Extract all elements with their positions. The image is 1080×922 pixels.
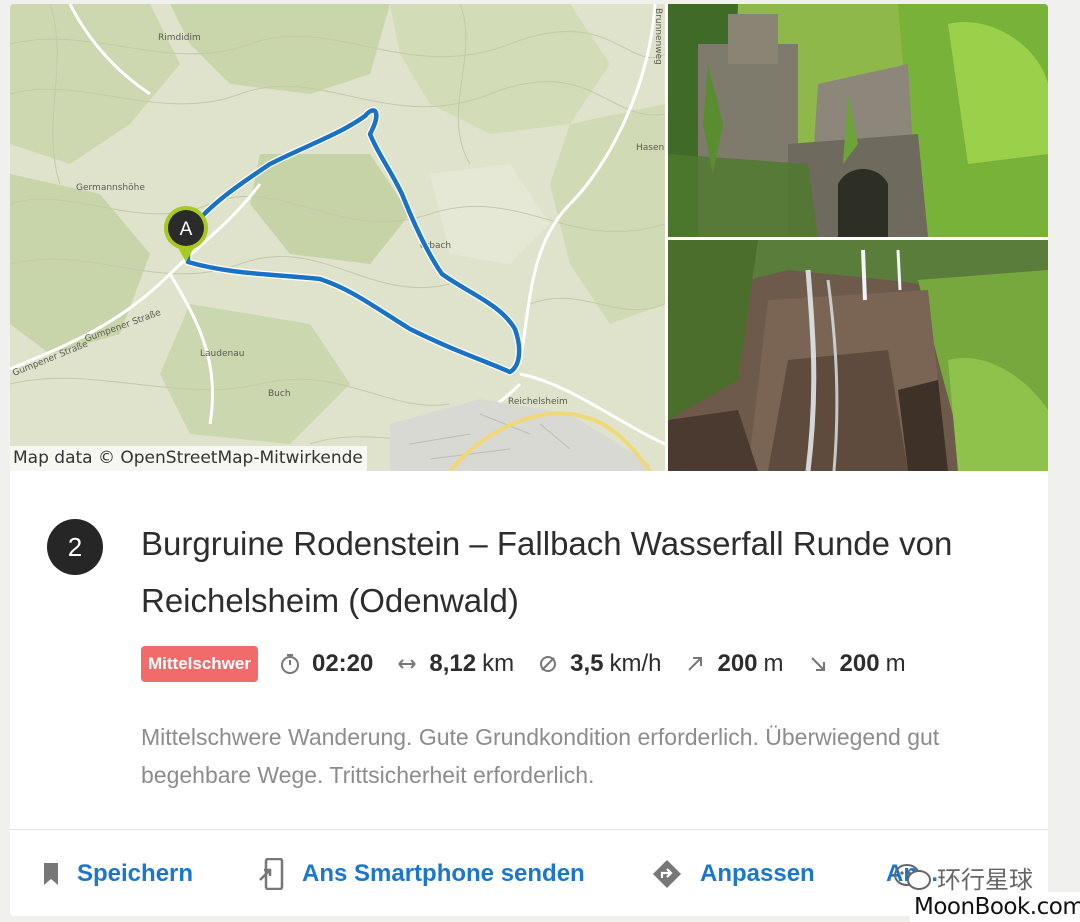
send-to-smartphone-button[interactable]: Ans Smartphone senden xyxy=(258,830,585,916)
site-watermark: MoonBook.com xyxy=(910,892,1080,922)
distance-stat: 8,12 km xyxy=(397,650,514,678)
chat-bubbles-icon xyxy=(893,862,933,892)
marker-label: A xyxy=(180,219,193,240)
place-label: Hasenb xyxy=(636,143,665,153)
bookmark-icon xyxy=(43,862,59,886)
descent-value: 200 xyxy=(839,650,880,677)
descent-unit: m xyxy=(885,650,906,677)
difficulty-badge: Mittelschwer xyxy=(141,646,258,682)
speed-unit: km/h xyxy=(609,650,662,677)
ascent-unit: m xyxy=(763,650,784,677)
speed-stat: 3,5 km/h xyxy=(538,650,661,678)
adjust-button[interactable]: Anpassen xyxy=(652,830,815,916)
directions-diamond-icon xyxy=(652,859,682,889)
place-label: Brunnenweg xyxy=(653,8,663,65)
tour-card[interactable]: Rimdidim Germannshöhe Laudenau Buch Reic… xyxy=(10,4,1048,916)
stopwatch-icon xyxy=(280,653,300,675)
watermark-text: 环行星球 xyxy=(937,866,1033,894)
speed-value: 3,5 xyxy=(570,650,604,677)
distance-unit: km xyxy=(482,650,515,677)
arrow-up-right-icon xyxy=(685,656,705,672)
route-title[interactable]: Burgruine Rodenstein – Fallbach Wasserfa… xyxy=(141,515,1031,629)
arrow-down-right-icon xyxy=(808,656,828,672)
route-number-badge: 2 xyxy=(47,519,103,575)
map-attribution[interactable]: Map data © OpenStreetMap-Mitwirkende xyxy=(10,446,367,471)
duration-value: 02:20 xyxy=(311,650,374,677)
waterfall-photo[interactable] xyxy=(668,240,1048,471)
horizontal-arrows-icon xyxy=(397,658,417,670)
adjust-label: Anpassen xyxy=(700,859,815,887)
duration-stat: 02:20 xyxy=(280,650,373,678)
map-canvas: Rimdidim Germannshöhe Laudenau Buch Reic… xyxy=(10,4,665,471)
castle-ruin-photo[interactable] xyxy=(668,4,1048,237)
tour-info: 2 Burgruine Rodenstein – Fallbach Wasser… xyxy=(10,471,1048,829)
average-speed-icon xyxy=(538,655,558,673)
ascent-stat: 200 m xyxy=(685,650,784,678)
place-label: Laudenau xyxy=(200,349,244,359)
place-label: Rimdidim xyxy=(158,33,201,43)
distance-value: 8,12 xyxy=(429,650,477,677)
place-label: Buch xyxy=(268,389,291,399)
send-label: Ans Smartphone senden xyxy=(302,859,585,887)
ascent-value: 200 xyxy=(717,650,758,677)
tour-media: Rimdidim Germannshöhe Laudenau Buch Reic… xyxy=(10,4,1048,471)
route-description: Mittelschwere Wanderung. Gute Grundkondi… xyxy=(141,724,940,788)
route-stats: Mittelschwer 02:20 8,12 km 3,5 km/h 200 … xyxy=(141,645,930,683)
send-to-phone-icon xyxy=(258,857,284,890)
save-label: Speichern xyxy=(77,859,194,887)
descent-stat: 200 m xyxy=(808,650,906,678)
place-label: Germannshöhe xyxy=(76,183,145,193)
place-label: Reichelsheim xyxy=(508,397,568,407)
route-map[interactable]: Rimdidim Germannshöhe Laudenau Buch Reic… xyxy=(10,4,665,471)
save-button[interactable]: Speichern xyxy=(43,830,193,916)
